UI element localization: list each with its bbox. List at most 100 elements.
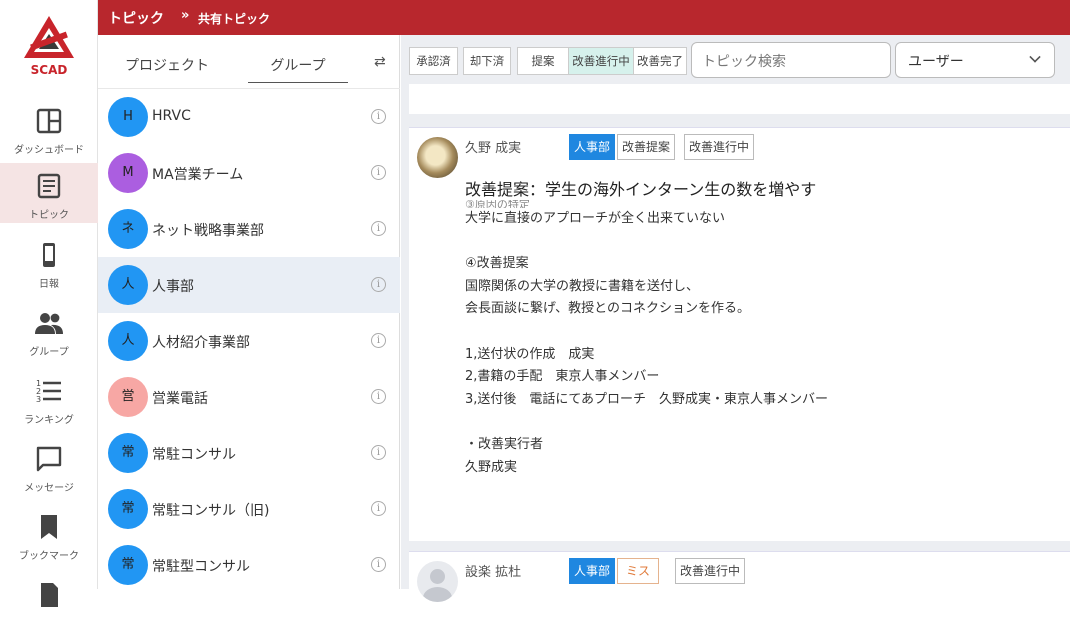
group-list: H HRVC i M MA営業チーム i ネネット戦略事業部 i 人人事部 i 人人材紹介事業部 i 営…: [98, 89, 400, 593]
message-icon: [36, 446, 62, 472]
filter-proposal-button[interactable]: 提案: [517, 47, 569, 75]
nav-daily-report[interactable]: 日報: [0, 232, 98, 292]
group-avatar: ネ: [108, 209, 148, 249]
topic-card[interactable]: 久野 成実 人事部 改善提案 改善進行中 改善提案：学生の海外インターン生の数を…: [409, 127, 1070, 541]
group-name: 営業電話: [152, 391, 208, 407]
group-avatar: M: [108, 153, 148, 193]
nav-document[interactable]: [0, 572, 98, 632]
svg-text:3: 3: [36, 395, 41, 404]
user-select[interactable]: ユーザー: [895, 42, 1055, 78]
group-name: HRVC: [152, 108, 191, 124]
author-name[interactable]: 久野 成実: [465, 137, 521, 156]
group-list-item[interactable]: 常常駐型コンサル i: [98, 537, 400, 593]
group-name: 常駐コンサル: [152, 447, 236, 463]
group-list-item[interactable]: 営営業電話 i: [98, 369, 400, 425]
group-name: 人材紹介事業部: [152, 335, 250, 351]
chevron-down-icon: [1029, 51, 1041, 63]
group-list-item[interactable]: H HRVC i: [98, 89, 400, 145]
group-name: 人事部: [152, 279, 194, 295]
nav-dashboard[interactable]: ダッシュボード: [0, 98, 98, 158]
nav-label: メッセージ: [24, 483, 74, 494]
nav-label: ダッシュボード: [14, 145, 84, 156]
filter-in-progress-button[interactable]: 改善進行中: [568, 47, 634, 75]
topic-card[interactable]: 設楽 拡杜 人事部 ミス 改善進行中: [409, 551, 1070, 602]
page-title: トピック: [108, 11, 164, 27]
status-badge: 改善進行中: [675, 558, 746, 584]
double-chevron-right-icon: »: [181, 8, 190, 23]
group-name: ネット戦略事業部: [152, 223, 264, 239]
nav-group[interactable]: グループ: [0, 300, 98, 360]
topic-search-input[interactable]: トピック検索: [691, 42, 891, 78]
nav-topic[interactable]: トピック: [0, 163, 98, 223]
group-name: 常駐型コンサル: [152, 559, 250, 575]
group-list-item[interactable]: 人人事部 i: [98, 257, 400, 313]
body-line: 大学に直接のアプローチが全く出来ていない: [465, 211, 726, 226]
phone-icon: [43, 243, 55, 267]
group-list-item[interactable]: 常常駐コンサル i: [98, 425, 400, 481]
group-avatar: 常: [108, 433, 148, 473]
nav-label: 日報: [39, 279, 59, 290]
group-list-item[interactable]: M MA営業チーム i: [98, 145, 400, 201]
group-avatar: 人: [108, 265, 148, 305]
status-badge: 改善進行中: [684, 134, 755, 160]
body-line: 久野成実: [465, 459, 518, 475]
body-line: ・改善実行者: [465, 436, 544, 452]
scad-logo[interactable]: SCAD: [0, 0, 98, 90]
body-line-cut: ③原因の特定: [465, 200, 530, 208]
nav-ranking[interactable]: 123 ランキング: [0, 368, 98, 428]
author-name[interactable]: 設楽 拡杜: [465, 561, 521, 580]
dept-badge: 人事部: [569, 558, 616, 584]
topic-body: ③原因の特定 大学に直接のアプローチが全く出来ていない ④改善提案 国際関係の大学の…: [465, 200, 1065, 500]
group-avatar: 常: [108, 545, 148, 585]
group-list-item[interactable]: 常常駐コンサル（旧) i: [98, 481, 400, 537]
topic-main: 承認済 却下済 提案 改善進行中 改善完了 トピック検索 ユーザー 久野 成実 …: [401, 35, 1070, 602]
body-line: [465, 231, 1065, 254]
info-icon[interactable]: i: [371, 277, 386, 292]
tab-project[interactable]: プロジェクト: [125, 55, 209, 75]
filter-approved-button[interactable]: 承認済: [409, 47, 458, 75]
info-icon[interactable]: i: [371, 389, 386, 404]
nav-label: トピック: [29, 210, 69, 221]
breadcrumb[interactable]: 共有トピック: [198, 10, 270, 27]
info-icon[interactable]: i: [371, 445, 386, 460]
group-avatar: 人: [108, 321, 148, 361]
group-list-item[interactable]: 人人材紹介事業部 i: [98, 313, 400, 369]
topic-card-previous: [409, 84, 1070, 114]
body-line: [465, 411, 1065, 434]
category-badge: ミス: [617, 558, 660, 584]
nav-message[interactable]: メッセージ: [0, 436, 98, 496]
info-icon[interactable]: i: [371, 501, 386, 516]
group-panel: プロジェクト グループ ⇄ H HRVC i M MA営業チーム i ネネット戦略事業部 i 人…: [98, 35, 400, 589]
body-line: 1,送付状の作成 成実: [465, 346, 595, 362]
group-avatar: 常: [108, 489, 148, 529]
bookmark-icon: [41, 515, 57, 539]
filter-done-button[interactable]: 改善完了: [633, 47, 687, 75]
info-icon[interactable]: i: [371, 165, 386, 180]
user-select-value: ユーザー: [908, 54, 964, 70]
info-icon[interactable]: i: [371, 109, 386, 124]
topic-title[interactable]: 改善提案：学生の海外インターン生の数を増やす: [465, 176, 816, 200]
body-line: [465, 321, 1065, 344]
brand-name: SCAD: [30, 63, 68, 77]
group-name: 常駐コンサル（旧): [152, 503, 270, 519]
nav-label: ブックマーク: [19, 551, 79, 562]
body-line: 国際関係の大学の教授に書籍を送付し、: [465, 278, 700, 294]
author-avatar[interactable]: [417, 137, 458, 178]
body-line: 2,書籍の手配 東京人事メンバー: [465, 369, 660, 385]
info-icon[interactable]: i: [371, 557, 386, 572]
group-list-item[interactable]: ネネット戦略事業部 i: [98, 201, 400, 257]
default-avatar-icon[interactable]: [417, 561, 458, 602]
dept-badge: 人事部: [569, 134, 616, 160]
filter-rejected-button[interactable]: 却下済: [463, 47, 511, 75]
nav-bookmark[interactable]: ブックマーク: [0, 504, 98, 564]
topic-icon: [37, 173, 61, 199]
group-name: MA営業チーム: [152, 167, 244, 183]
dashboard-icon: [36, 108, 62, 134]
info-icon[interactable]: i: [371, 333, 386, 348]
swap-arrows-icon[interactable]: ⇄: [374, 54, 386, 70]
info-icon[interactable]: i: [371, 221, 386, 236]
tab-group[interactable]: グループ: [248, 55, 348, 83]
nav-label: グループ: [29, 347, 69, 358]
body-line: 会長面談に繋げ、教授とのコネクションを作る。: [465, 301, 750, 317]
group-avatar: H: [108, 97, 148, 137]
